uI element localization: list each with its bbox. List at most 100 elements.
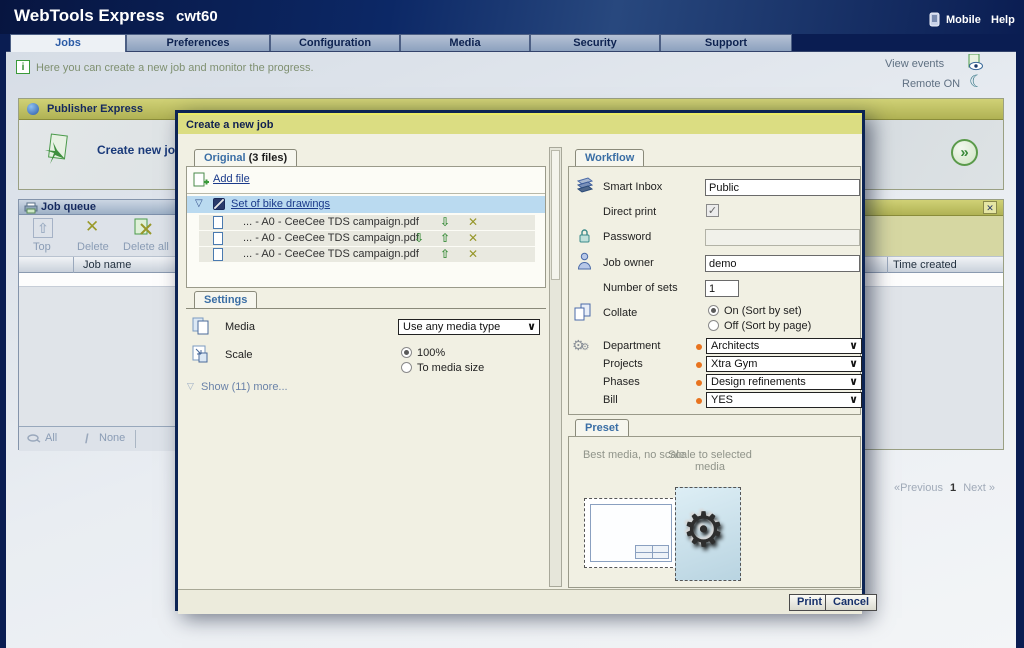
job-owner-input[interactable] xyxy=(705,255,860,272)
radio-off-icon[interactable] xyxy=(708,320,719,331)
number-of-sets-label: Number of sets xyxy=(603,282,678,294)
dialog-footer: Print Cancel xyxy=(178,589,862,614)
number-of-sets-input[interactable] xyxy=(705,280,739,297)
delete-all-button[interactable]: Delete all xyxy=(123,241,169,253)
phases-select[interactable]: Design refinements∨ xyxy=(706,374,862,390)
select-all-icon[interactable] xyxy=(27,434,41,447)
pagination-next[interactable]: Next » xyxy=(963,482,995,494)
department-select[interactable]: Architects∨ xyxy=(706,338,862,354)
job-name-column-header[interactable]: Job name xyxy=(83,259,131,271)
move-down-icon[interactable]: ⇩ xyxy=(440,215,450,229)
file-icon xyxy=(213,248,223,261)
dialog-title: Create a new job xyxy=(178,113,862,134)
column-divider xyxy=(887,257,888,274)
pagination-previous[interactable]: «Previous xyxy=(894,482,943,494)
show-more-triangle-icon[interactable]: ▽ xyxy=(187,381,194,392)
remove-file-icon[interactable]: ✕ xyxy=(468,231,478,245)
tab-support[interactable]: Support xyxy=(660,34,792,51)
radio-on-icon[interactable] xyxy=(401,347,412,358)
delete-all-icon[interactable] xyxy=(132,216,154,241)
tab-media[interactable]: Media xyxy=(400,34,530,51)
create-new-job-link[interactable]: Create new job xyxy=(97,143,182,157)
view-events-link[interactable]: View events xyxy=(885,58,944,70)
select-none-icon[interactable]: / xyxy=(85,431,89,446)
original-file-list: Add file ▽ Set of bike drawings ... - A0… xyxy=(186,166,546,288)
view-events-icon[interactable] xyxy=(966,54,984,74)
add-file-icon[interactable] xyxy=(193,172,209,191)
tab-jobs[interactable]: Jobs xyxy=(10,34,126,52)
drawing-title-block xyxy=(635,545,669,559)
scale-media-size-radio[interactable]: To media size xyxy=(401,362,484,374)
app-hostname: cwt60 xyxy=(176,8,218,25)
set-name-link[interactable]: Set of bike drawings xyxy=(231,198,330,210)
close-panel-icon[interactable]: ✕ xyxy=(983,201,997,214)
dialog-scrollbar[interactable] xyxy=(549,147,562,587)
projects-select[interactable]: Xtra Gym∨ xyxy=(706,356,862,372)
page: WebTools Express cwt60 Mobile Help Jobs … xyxy=(0,0,1024,648)
remove-file-icon[interactable]: ✕ xyxy=(468,247,478,261)
pagination-current-page[interactable]: 1 xyxy=(950,482,956,494)
bill-label: Bill xyxy=(603,394,618,406)
time-created-column-header[interactable]: Time created xyxy=(893,259,957,271)
required-dot xyxy=(696,380,702,386)
media-label: Media xyxy=(225,321,255,333)
show-more-link[interactable]: Show (11) more... xyxy=(201,381,288,393)
print-button[interactable]: Print xyxy=(789,594,830,611)
gear-image: ⚙ xyxy=(682,502,725,558)
add-file-link[interactable]: Add file xyxy=(213,173,250,185)
help-link[interactable]: Help xyxy=(991,14,1015,26)
required-dot xyxy=(696,344,702,350)
remote-status[interactable]: Remote ON xyxy=(902,78,960,90)
column-divider xyxy=(73,257,74,274)
collate-on-radio[interactable]: On (Sort by set) xyxy=(708,305,802,317)
scrollbar-thumb[interactable] xyxy=(551,150,560,280)
tab-settings[interactable]: Settings xyxy=(194,291,257,308)
move-down-icon[interactable]: ⇩ xyxy=(414,231,424,245)
media-select[interactable]: Use any media type∨ xyxy=(398,319,540,335)
chevron-down-icon: ∨ xyxy=(849,357,858,370)
move-up-icon[interactable]: ⇧ xyxy=(440,231,450,245)
scale-100-radio[interactable]: 100% xyxy=(401,347,445,359)
move-up-icon[interactable]: ⇧ xyxy=(440,247,450,261)
delete-icon[interactable]: ✕ xyxy=(85,217,99,237)
chevron-down-icon: ∨ xyxy=(849,339,858,352)
bill-select[interactable]: YES∨ xyxy=(706,392,862,408)
file-row: ... - A0 - CeeCee TDS campaign.pdf ⇧ ✕ xyxy=(199,247,535,262)
preset-scale-thumbnail[interactable]: ⚙ xyxy=(675,487,741,581)
radio-off-icon[interactable] xyxy=(401,362,412,373)
mobile-icon[interactable] xyxy=(928,12,942,31)
tab-original[interactable]: Original (3 files) xyxy=(194,149,297,166)
expander-icon[interactable]: ▽ xyxy=(195,198,203,209)
radio-on-icon[interactable] xyxy=(708,305,719,316)
create-job-dialog: Create a new job Original (3 files) Add … xyxy=(175,110,865,611)
tab-security[interactable]: Security xyxy=(530,34,660,51)
collate-label: Collate xyxy=(603,307,637,319)
tab-workflow[interactable]: Workflow xyxy=(575,149,644,166)
mobile-link[interactable]: Mobile xyxy=(946,14,981,26)
remove-file-icon[interactable]: ✕ xyxy=(468,215,478,229)
tab-preset[interactable]: Preset xyxy=(575,419,629,436)
sphere-icon xyxy=(27,103,39,115)
chevron-down-icon: ∨ xyxy=(849,393,858,406)
preset-best-media-thumbnail[interactable] xyxy=(584,498,678,568)
job-owner-label: Job owner xyxy=(603,257,654,269)
direct-print-checkbox[interactable]: ✓ xyxy=(706,204,719,217)
set-icon xyxy=(213,198,225,210)
collate-off-radio[interactable]: Off (Sort by page) xyxy=(708,320,811,332)
cancel-button[interactable]: Cancel xyxy=(825,594,877,611)
scale-icon xyxy=(192,345,210,366)
tab-preferences[interactable]: Preferences xyxy=(126,34,270,51)
select-all-link[interactable]: All xyxy=(45,432,57,444)
delete-button[interactable]: Delete xyxy=(77,241,109,253)
create-new-job-icon[interactable] xyxy=(41,132,69,169)
move-top-button[interactable]: Top xyxy=(33,241,51,253)
tab-configuration[interactable]: Configuration xyxy=(270,34,400,51)
file-set-row[interactable]: ▽ Set of bike drawings xyxy=(187,196,545,213)
right-frame-border xyxy=(1016,34,1024,648)
select-none-link[interactable]: None xyxy=(99,432,125,444)
drawing-frame xyxy=(590,504,672,562)
move-top-icon[interactable]: ⇧ xyxy=(33,218,53,238)
smart-inbox-input[interactable] xyxy=(705,179,860,196)
smart-inbox-label: Smart Inbox xyxy=(603,181,662,193)
publisher-next-button[interactable]: » xyxy=(951,139,978,166)
